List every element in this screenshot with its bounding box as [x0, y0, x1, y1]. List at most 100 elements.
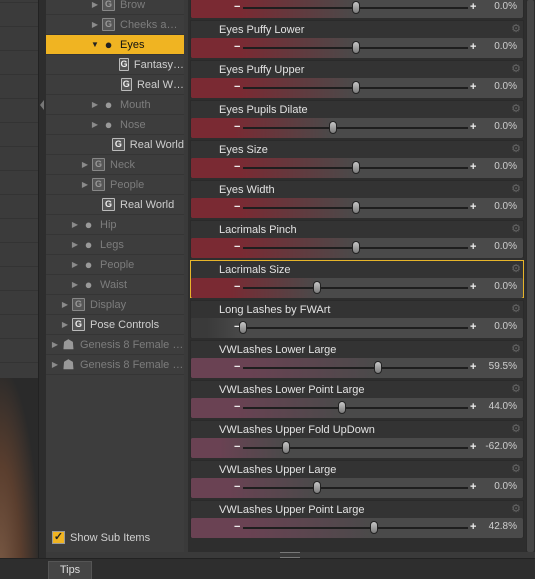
slider-track[interactable]: − +59.5% [191, 358, 523, 378]
tree-item[interactable]: ▶ G Neck [46, 155, 184, 175]
minus-icon[interactable]: − [234, 441, 240, 453]
slider-track[interactable]: − +44.0% [191, 398, 523, 418]
property-value[interactable]: -62.0% [485, 441, 517, 452]
slider-knob[interactable] [351, 241, 360, 254]
minus-icon[interactable]: − [234, 521, 240, 533]
collapsed-arrow-icon[interactable]: ▶ [80, 180, 90, 190]
slider-track[interactable]: − +0.0% [191, 278, 523, 298]
gear-icon[interactable]: ⚙ [511, 262, 521, 275]
gear-icon[interactable]: ⚙ [511, 422, 521, 435]
slider-knob[interactable] [281, 441, 290, 454]
tree-item[interactable]: G Fantasy… [46, 55, 184, 75]
property-slider[interactable]: Eyes Pupils Dilate ⚙ − +0.0% [190, 100, 524, 138]
expanded-arrow-icon[interactable]: ▼ [90, 40, 100, 50]
tree-item[interactable]: ▶ ● Nose [46, 115, 184, 135]
gear-icon[interactable]: ⚙ [511, 302, 521, 315]
property-slider[interactable]: Eyes Size ⚙ − +0.0% [190, 140, 524, 178]
property-value[interactable]: 0.0% [494, 201, 517, 212]
minus-icon[interactable]: − [234, 161, 240, 173]
slider-knob[interactable] [329, 121, 337, 134]
slider-track[interactable]: − +0.0% [191, 318, 523, 338]
property-value[interactable]: 44.0% [489, 401, 517, 412]
minus-icon[interactable]: − [234, 201, 240, 213]
tree-item[interactable]: G Real W… [46, 75, 184, 95]
slider-track[interactable]: − +42.8% [191, 518, 523, 538]
property-value[interactable]: 0.0% [494, 121, 517, 132]
slider-knob[interactable] [369, 521, 378, 534]
collapsed-arrow-icon[interactable]: ▶ [70, 220, 80, 230]
plus-icon[interactable]: + [470, 201, 476, 213]
minus-icon[interactable]: − [234, 361, 240, 373]
collapsed-arrow-icon[interactable]: ▶ [50, 360, 60, 370]
property-slider[interactable]: Lacrimals Size ⚙ − +0.0% [190, 260, 524, 298]
gear-icon[interactable]: ⚙ [511, 62, 521, 75]
plus-icon[interactable]: + [470, 401, 476, 413]
slider-track[interactable]: − +0.0% [191, 238, 523, 258]
property-slider[interactable]: Eyes Width ⚙ − +0.0% [190, 180, 524, 218]
plus-icon[interactable]: + [470, 1, 476, 13]
checkbox-icon[interactable]: ✓ [52, 531, 65, 544]
slider-knob[interactable] [313, 281, 322, 294]
gear-icon[interactable]: ⚙ [511, 22, 521, 35]
property-value[interactable]: 0.0% [494, 321, 517, 332]
plus-icon[interactable]: + [470, 81, 476, 93]
scrollbar-thumb[interactable] [527, 0, 534, 552]
slider-track[interactable]: − +0.0% [191, 158, 523, 178]
collapsed-arrow-icon[interactable]: ▶ [60, 320, 70, 330]
minus-icon[interactable]: − [234, 241, 240, 253]
property-slider[interactable]: Lacrimals Pinch ⚙ − +0.0% [190, 220, 524, 258]
property-value[interactable]: 0.0% [494, 481, 517, 492]
plus-icon[interactable]: + [470, 441, 476, 453]
tree-item[interactable]: ▶ G Brow [46, 0, 184, 15]
collapsed-arrow-icon[interactable]: ▶ [90, 120, 100, 130]
minus-icon[interactable]: − [234, 481, 240, 493]
property-value[interactable]: 0.0% [494, 81, 517, 92]
tree-item[interactable]: ▶ G Pose Controls [46, 315, 184, 335]
minus-icon[interactable]: − [234, 121, 240, 133]
plus-icon[interactable]: + [470, 281, 476, 293]
slider-track[interactable]: − +0.0% [191, 78, 523, 98]
collapsed-arrow-icon[interactable]: ▶ [70, 240, 80, 250]
slider-track[interactable]: − +0.0% [191, 198, 523, 218]
plus-icon[interactable]: + [470, 41, 476, 53]
property-slider[interactable]: VWLashes Upper Point Large ⚙ − +42.8% [190, 500, 524, 538]
collapsed-arrow-icon[interactable]: ▶ [70, 260, 80, 270]
property-slider[interactable]: Eyes Iris Size⚙−+0.0% [190, 0, 524, 18]
tree-item[interactable]: ▼ ● Eyes [46, 35, 184, 55]
tree-item[interactable]: ▶ ☗ Genesis 8 Female … [46, 335, 184, 355]
show-sub-items-toggle[interactable]: ✓ Show Sub Items [52, 531, 150, 544]
gear-icon[interactable]: ⚙ [511, 502, 521, 515]
plus-icon[interactable]: + [470, 361, 476, 373]
property-value[interactable]: 0.0% [494, 281, 517, 292]
minus-icon[interactable]: − [234, 1, 240, 13]
gear-icon[interactable]: ⚙ [511, 462, 521, 475]
tree-item[interactable]: ▶ ☗ Genesis 8 Female … [46, 355, 184, 375]
tree-item[interactable]: ▶ ● Waist [46, 275, 184, 295]
gear-icon[interactable]: ⚙ [511, 382, 521, 395]
plus-icon[interactable]: + [470, 161, 476, 173]
property-value[interactable]: 0.0% [494, 161, 517, 172]
vertical-scrollbar[interactable] [526, 0, 535, 552]
gear-icon[interactable]: ⚙ [511, 182, 521, 195]
minus-icon[interactable]: − [234, 401, 240, 413]
collapsed-arrow-icon[interactable]: ▶ [90, 0, 100, 10]
tree-item[interactable]: ▶ ● Legs [46, 235, 184, 255]
property-slider[interactable]: VWLashes Lower Large ⚙ − +59.5% [190, 340, 524, 378]
slider-knob[interactable] [351, 161, 360, 174]
slider-knob[interactable] [374, 361, 382, 374]
collapsed-arrow-icon[interactable]: ▶ [90, 20, 100, 30]
panel-splitter[interactable] [38, 0, 46, 579]
slider-track[interactable]: − + -62.0% [191, 438, 523, 458]
plus-icon[interactable]: + [470, 321, 476, 333]
slider-track[interactable]: − +0.0% [191, 118, 523, 138]
collapsed-arrow-icon[interactable]: ▶ [50, 340, 60, 350]
plus-icon[interactable]: + [470, 521, 476, 533]
slider-knob[interactable] [351, 41, 360, 54]
slider-track[interactable]: − +0.0% [191, 38, 523, 58]
slider-knob[interactable] [351, 201, 360, 214]
tree-item[interactable]: G Real World [46, 135, 184, 155]
gear-icon[interactable]: ⚙ [511, 142, 521, 155]
gear-icon[interactable]: ⚙ [511, 222, 521, 235]
tree-item[interactable]: ▶ ● People [46, 255, 184, 275]
property-value[interactable]: 0.0% [494, 241, 517, 252]
